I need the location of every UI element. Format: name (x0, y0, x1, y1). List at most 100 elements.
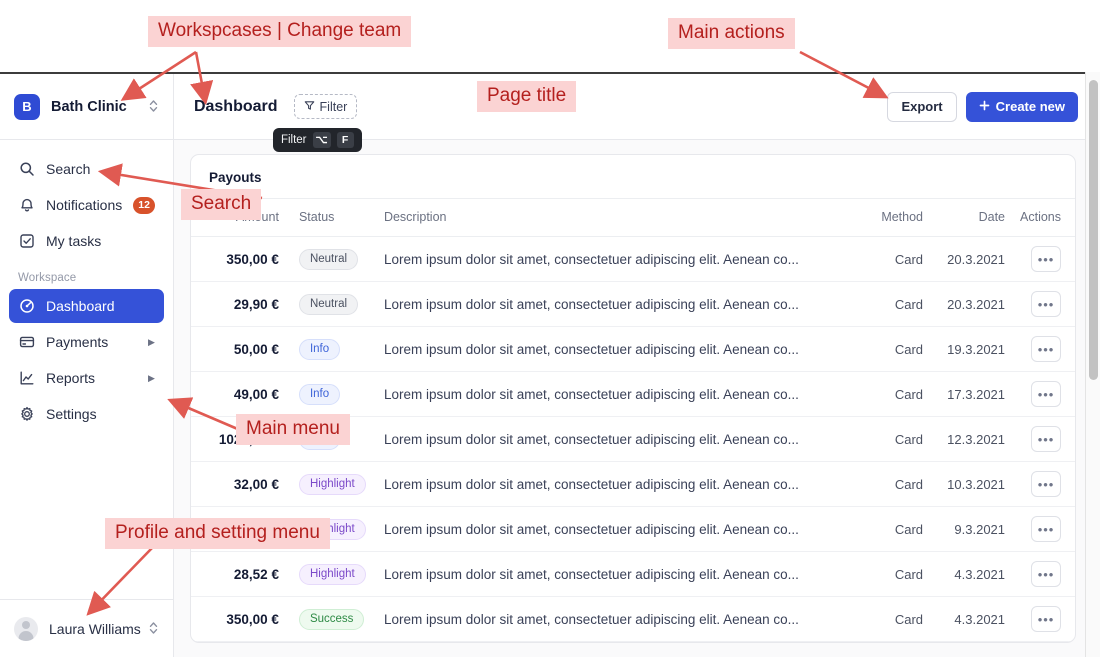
workspace-switcher[interactable]: B Bath Clinic (0, 74, 173, 140)
table-row[interactable]: 350,00 € Success Lorem ipsum dolor sit ame… (190, 596, 1076, 642)
tooltip-label: Filter (280, 134, 307, 146)
table-row[interactable]: 32,00 € Highlight Lorem ipsum dolor sit am… (190, 461, 1076, 507)
ellipsis-icon[interactable]: ••• (1031, 561, 1062, 587)
chevron-right-icon: ▶ (148, 372, 155, 383)
cell-date: 9.3.2021 (929, 506, 1012, 552)
main-area: Dashboard Filter Filter ⌥ F Export Creat… (173, 74, 1092, 657)
filter-button-label: Filter (319, 99, 348, 114)
ellipsis-icon[interactable]: ••• (1031, 336, 1062, 362)
workspace-logo: B (14, 93, 40, 120)
avatar (14, 616, 38, 641)
sidebar-item-label: Search (46, 161, 91, 177)
ellipsis-icon[interactable]: ••• (1031, 291, 1062, 317)
ellipsis-icon[interactable]: ••• (1031, 516, 1062, 542)
cell-amount: 350,00 € (190, 596, 289, 642)
ellipsis-icon[interactable]: ••• (1031, 246, 1062, 272)
screenshot-root: Workspcases | Change team Main actions P… (0, 0, 1100, 657)
chevron-right-icon: ▶ (148, 336, 155, 347)
cell-actions: ••• (1011, 416, 1076, 462)
cell-actions: ••• (1011, 281, 1076, 327)
profile-name: Laura Williams (49, 620, 141, 637)
sidebar-item-label: Payments (46, 334, 109, 350)
cell-description: Lorem ipsum dolor sit amet, consectetuer… (373, 236, 856, 282)
page-title: Dashboard (193, 97, 278, 115)
status-badge: Neutral (298, 293, 359, 315)
annotation-workspaces: Workspcases | Change team (148, 16, 412, 47)
cell-actions: ••• (1011, 326, 1076, 372)
sidebar-item-my-tasks[interactable]: My tasks (9, 224, 164, 258)
cell-method: Card (855, 506, 930, 552)
sidebar-item-dashboard[interactable]: Dashboard (9, 289, 164, 323)
sidebar-item-search[interactable]: Search (9, 152, 164, 186)
plus-icon (979, 99, 990, 114)
tooltip-key-option: ⌥ (312, 132, 331, 148)
cell-date: 4.3.2021 (929, 551, 1012, 597)
table-header-row: Amount Status Description Method Date Ac… (190, 199, 1076, 237)
cell-description: Lorem ipsum dolor sit amet, consectetuer… (373, 371, 856, 417)
column-header-method[interactable]: Method (855, 199, 930, 237)
funnel-icon (304, 100, 315, 114)
export-button[interactable]: Export (887, 91, 957, 122)
table-head: Amount Status Description Method Date Ac… (190, 199, 1076, 237)
ellipsis-icon[interactable]: ••• (1031, 426, 1062, 452)
cell-description: Lorem ipsum dolor sit amet, consectetuer… (373, 506, 856, 552)
filter-tooltip: Filter ⌥ F (272, 128, 362, 152)
filter-button[interactable]: Filter (293, 94, 358, 119)
cell-method: Card (855, 281, 930, 327)
cell-status: Info (288, 326, 374, 372)
table-row[interactable]: 28,52 € Highlight Lorem ipsum dolor sit am… (190, 551, 1076, 597)
sidebar-item-reports[interactable]: Reports ▶ (9, 361, 164, 395)
cell-amount: 29,90 € (190, 281, 289, 327)
cell-method: Card (855, 371, 930, 417)
sidebar-item-payments[interactable]: Payments ▶ (9, 325, 164, 359)
annotation-main-menu: Main menu (236, 414, 350, 445)
chevron-up-down-icon (148, 98, 159, 116)
card-header: Payouts (190, 155, 1076, 199)
table-row[interactable]: 29,90 € Neutral Lorem ipsum dolor sit amet… (190, 281, 1076, 327)
cell-date: 4.3.2021 (929, 596, 1012, 642)
cell-status: Neutral (288, 236, 374, 282)
cell-status: Highlight (288, 551, 374, 597)
column-header-description[interactable]: Description (373, 199, 856, 237)
table-row[interactable]: 49,00 € Info Lorem ipsum dolor sit amet, c… (190, 371, 1076, 417)
sidebar-nav: Search Notifications 12 My tasks Workspa… (0, 140, 173, 433)
table-row[interactable]: 50,00 € Info Lorem ipsum dolor sit amet, c… (190, 326, 1076, 372)
cell-date: 10.3.2021 (929, 461, 1012, 507)
content-area: Payouts Amount Status Description Method… (173, 140, 1092, 657)
column-header-date[interactable]: Date (929, 199, 1012, 237)
tooltip-key-f: F (336, 132, 354, 148)
sidebar-item-label: My tasks (46, 233, 102, 249)
cell-status: Highlight (288, 461, 374, 507)
profile-menu[interactable]: Laura Williams (0, 599, 173, 657)
create-new-button[interactable]: Create new (965, 91, 1079, 122)
ellipsis-icon[interactable]: ••• (1031, 381, 1062, 407)
cell-date: 19.3.2021 (929, 326, 1012, 372)
sidebar-item-label: Reports (46, 370, 96, 386)
annotation-page-title: Page title (477, 81, 577, 112)
cell-amount: 50,00 € (190, 326, 289, 372)
cell-actions: ••• (1011, 506, 1076, 552)
sidebar-item-notifications[interactable]: Notifications 12 (9, 188, 164, 222)
cell-description: Lorem ipsum dolor sit amet, consectetuer… (373, 281, 856, 327)
cell-description: Lorem ipsum dolor sit amet, consectetuer… (373, 416, 856, 462)
cell-actions: ••• (1011, 371, 1076, 417)
cell-method: Card (855, 596, 930, 642)
cell-amount: 49,00 € (190, 371, 289, 417)
sidebar-item-settings[interactable]: Settings (9, 397, 164, 431)
gear-icon (18, 406, 35, 423)
cell-description: Lorem ipsum dolor sit amet, consectetuer… (373, 596, 856, 642)
check-square-icon (18, 233, 35, 250)
sidebar-item-label: Dashboard (46, 298, 115, 314)
cell-method: Card (855, 236, 930, 282)
vertical-scrollbar-thumb[interactable] (1089, 80, 1098, 380)
create-new-label: Create new (995, 99, 1066, 114)
cell-description: Lorem ipsum dolor sit amet, consectetuer… (373, 461, 856, 507)
status-badge: Success (298, 608, 365, 630)
card-icon (18, 334, 35, 351)
ellipsis-icon[interactable]: ••• (1031, 606, 1062, 632)
ellipsis-icon[interactable]: ••• (1031, 471, 1062, 497)
cell-date: 17.3.2021 (929, 371, 1012, 417)
column-header-status[interactable]: Status (288, 199, 374, 237)
annotation-main-actions: Main actions (668, 18, 795, 49)
table-row[interactable]: 350,00 € Neutral Lorem ipsum dolor sit ame… (190, 236, 1076, 282)
